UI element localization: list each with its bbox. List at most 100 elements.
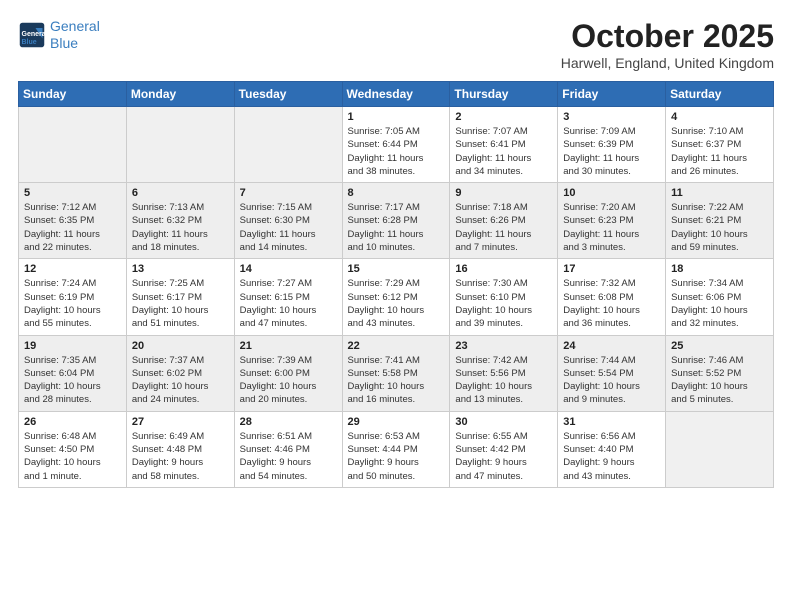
table-row: 4 Sunrise: 7:10 AM Sunset: 6:37 PM Daylig…: [666, 107, 774, 183]
calendar-week-row: 5Sunrise: 7:12 AM Sunset: 6:35 PM Daylig…: [19, 183, 774, 259]
day-info: Sunrise: 7:39 AM Sunset: 6:00 PM Dayligh…: [240, 354, 337, 407]
table-row: 13 Sunrise: 7:25 AM Sunset: 6:17 PM Dayli…: [126, 259, 234, 335]
day-info: Sunrise: 7:44 AM Sunset: 5:54 PM Dayligh…: [563, 354, 660, 407]
day-info: Sunrise: 6:56 AM Sunset: 4:40 PM Dayligh…: [563, 430, 660, 483]
table-row: 3 Sunrise: 7:09 AM Sunset: 6:39 PM Daylig…: [558, 107, 666, 183]
day-info: Sunrise: 7:37 AM Sunset: 6:02 PM Dayligh…: [132, 354, 229, 407]
calendar-week-row: 26Sunrise: 6:48 AM Sunset: 4:50 PM Dayli…: [19, 411, 774, 487]
table-row: 22Sunrise: 7:41 AM Sunset: 5:58 PM Dayli…: [342, 335, 450, 411]
table-row: 11Sunrise: 7:22 AM Sunset: 6:21 PM Dayli…: [666, 183, 774, 259]
day-info: Sunrise: 6:53 AM Sunset: 4:44 PM Dayligh…: [348, 430, 445, 483]
table-row: [234, 107, 342, 183]
col-thursday: Thursday: [450, 82, 558, 107]
table-row: 7 Sunrise: 7:15 AM Sunset: 6:30 PM Daylig…: [234, 183, 342, 259]
day-info: Sunrise: 6:48 AM Sunset: 4:50 PM Dayligh…: [24, 430, 121, 483]
day-info: Sunrise: 7:09 AM Sunset: 6:39 PM Dayligh…: [563, 125, 660, 178]
day-number: 27: [132, 416, 229, 428]
calendar-week-row: 12 Sunrise: 7:24 AM Sunset: 6:19 PM Dayli…: [19, 259, 774, 335]
table-row: 2 Sunrise: 7:07 AM Sunset: 6:41 PM Daylig…: [450, 107, 558, 183]
table-row: 18 Sunrise: 7:34 AM Sunset: 6:06 PM Dayli…: [666, 259, 774, 335]
day-info: Sunrise: 7:18 AM Sunset: 6:26 PM Dayligh…: [455, 201, 552, 254]
day-number: 3: [563, 111, 660, 123]
logo-icon: General Blue: [18, 21, 46, 49]
day-number: 7: [240, 187, 337, 199]
day-info: Sunrise: 7:34 AM Sunset: 6:06 PM Dayligh…: [671, 277, 768, 330]
day-info: Sunrise: 7:29 AM Sunset: 6:12 PM Dayligh…: [348, 277, 445, 330]
day-number: 30: [455, 416, 552, 428]
calendar-week-row: 19 Sunrise: 7:35 AM Sunset: 6:04 PM Dayli…: [19, 335, 774, 411]
table-row: 30Sunrise: 6:55 AM Sunset: 4:42 PM Dayli…: [450, 411, 558, 487]
day-number: 23: [455, 340, 552, 352]
calendar-table: Sunday Monday Tuesday Wednesday Thursday…: [18, 81, 774, 488]
table-row: 29 Sunrise: 6:53 AM Sunset: 4:44 PM Dayli…: [342, 411, 450, 487]
day-number: 9: [455, 187, 552, 199]
day-number: 2: [455, 111, 552, 123]
day-info: Sunrise: 7:35 AM Sunset: 6:04 PM Dayligh…: [24, 354, 121, 407]
day-number: 6: [132, 187, 229, 199]
day-number: 24: [563, 340, 660, 352]
day-number: 14: [240, 263, 337, 275]
day-info: Sunrise: 7:27 AM Sunset: 6:15 PM Dayligh…: [240, 277, 337, 330]
logo-general: General: [50, 18, 100, 34]
calendar-header-row: Sunday Monday Tuesday Wednesday Thursday…: [19, 82, 774, 107]
col-saturday: Saturday: [666, 82, 774, 107]
table-row: 28Sunrise: 6:51 AM Sunset: 4:46 PM Dayli…: [234, 411, 342, 487]
day-info: Sunrise: 7:15 AM Sunset: 6:30 PM Dayligh…: [240, 201, 337, 254]
day-info: Sunrise: 7:24 AM Sunset: 6:19 PM Dayligh…: [24, 277, 121, 330]
day-info: Sunrise: 7:32 AM Sunset: 6:08 PM Dayligh…: [563, 277, 660, 330]
col-sunday: Sunday: [19, 82, 127, 107]
day-info: Sunrise: 7:07 AM Sunset: 6:41 PM Dayligh…: [455, 125, 552, 178]
table-row: 26Sunrise: 6:48 AM Sunset: 4:50 PM Dayli…: [19, 411, 127, 487]
day-info: Sunrise: 7:17 AM Sunset: 6:28 PM Dayligh…: [348, 201, 445, 254]
day-number: 18: [671, 263, 768, 275]
day-info: Sunrise: 7:30 AM Sunset: 6:10 PM Dayligh…: [455, 277, 552, 330]
day-number: 12: [24, 263, 121, 275]
location: Harwell, England, United Kingdom: [561, 55, 774, 71]
table-row: 16 Sunrise: 7:30 AM Sunset: 6:10 PM Dayli…: [450, 259, 558, 335]
month-title: October 2025: [561, 18, 774, 55]
day-number: 25: [671, 340, 768, 352]
table-row: 8 Sunrise: 7:17 AM Sunset: 6:28 PM Daylig…: [342, 183, 450, 259]
header: General Blue General Blue October 2025 H…: [18, 18, 774, 71]
day-info: Sunrise: 7:13 AM Sunset: 6:32 PM Dayligh…: [132, 201, 229, 254]
day-number: 19: [24, 340, 121, 352]
day-number: 8: [348, 187, 445, 199]
day-info: Sunrise: 7:25 AM Sunset: 6:17 PM Dayligh…: [132, 277, 229, 330]
day-number: 11: [671, 187, 768, 199]
table-row: 24 Sunrise: 7:44 AM Sunset: 5:54 PM Dayli…: [558, 335, 666, 411]
day-info: Sunrise: 6:49 AM Sunset: 4:48 PM Dayligh…: [132, 430, 229, 483]
col-monday: Monday: [126, 82, 234, 107]
table-row: 15Sunrise: 7:29 AM Sunset: 6:12 PM Dayli…: [342, 259, 450, 335]
day-number: 16: [455, 263, 552, 275]
table-row: 20Sunrise: 7:37 AM Sunset: 6:02 PM Dayli…: [126, 335, 234, 411]
col-tuesday: Tuesday: [234, 82, 342, 107]
day-number: 13: [132, 263, 229, 275]
day-number: 10: [563, 187, 660, 199]
table-row: 5Sunrise: 7:12 AM Sunset: 6:35 PM Daylig…: [19, 183, 127, 259]
table-row: [19, 107, 127, 183]
svg-text:General: General: [22, 31, 47, 38]
day-number: 4: [671, 111, 768, 123]
table-row: 10Sunrise: 7:20 AM Sunset: 6:23 PM Dayli…: [558, 183, 666, 259]
day-info: Sunrise: 7:46 AM Sunset: 5:52 PM Dayligh…: [671, 354, 768, 407]
logo-text: General Blue: [50, 18, 100, 52]
day-info: Sunrise: 7:42 AM Sunset: 5:56 PM Dayligh…: [455, 354, 552, 407]
table-row: 6 Sunrise: 7:13 AM Sunset: 6:32 PM Daylig…: [126, 183, 234, 259]
col-friday: Friday: [558, 82, 666, 107]
day-number: 29: [348, 416, 445, 428]
table-row: 31 Sunrise: 6:56 AM Sunset: 4:40 PM Dayli…: [558, 411, 666, 487]
col-wednesday: Wednesday: [342, 82, 450, 107]
day-info: Sunrise: 7:05 AM Sunset: 6:44 PM Dayligh…: [348, 125, 445, 178]
table-row: 23 Sunrise: 7:42 AM Sunset: 5:56 PM Dayli…: [450, 335, 558, 411]
day-number: 21: [240, 340, 337, 352]
table-row: 25 Sunrise: 7:46 AM Sunset: 5:52 PM Dayli…: [666, 335, 774, 411]
title-block: October 2025 Harwell, England, United Ki…: [561, 18, 774, 71]
day-info: Sunrise: 7:10 AM Sunset: 6:37 PM Dayligh…: [671, 125, 768, 178]
table-row: 9 Sunrise: 7:18 AM Sunset: 6:26 PM Daylig…: [450, 183, 558, 259]
table-row: 19 Sunrise: 7:35 AM Sunset: 6:04 PM Dayli…: [19, 335, 127, 411]
table-row: 14 Sunrise: 7:27 AM Sunset: 6:15 PM Dayli…: [234, 259, 342, 335]
table-row: 1Sunrise: 7:05 AM Sunset: 6:44 PM Daylig…: [342, 107, 450, 183]
day-number: 28: [240, 416, 337, 428]
svg-text:Blue: Blue: [22, 39, 37, 46]
day-number: 31: [563, 416, 660, 428]
